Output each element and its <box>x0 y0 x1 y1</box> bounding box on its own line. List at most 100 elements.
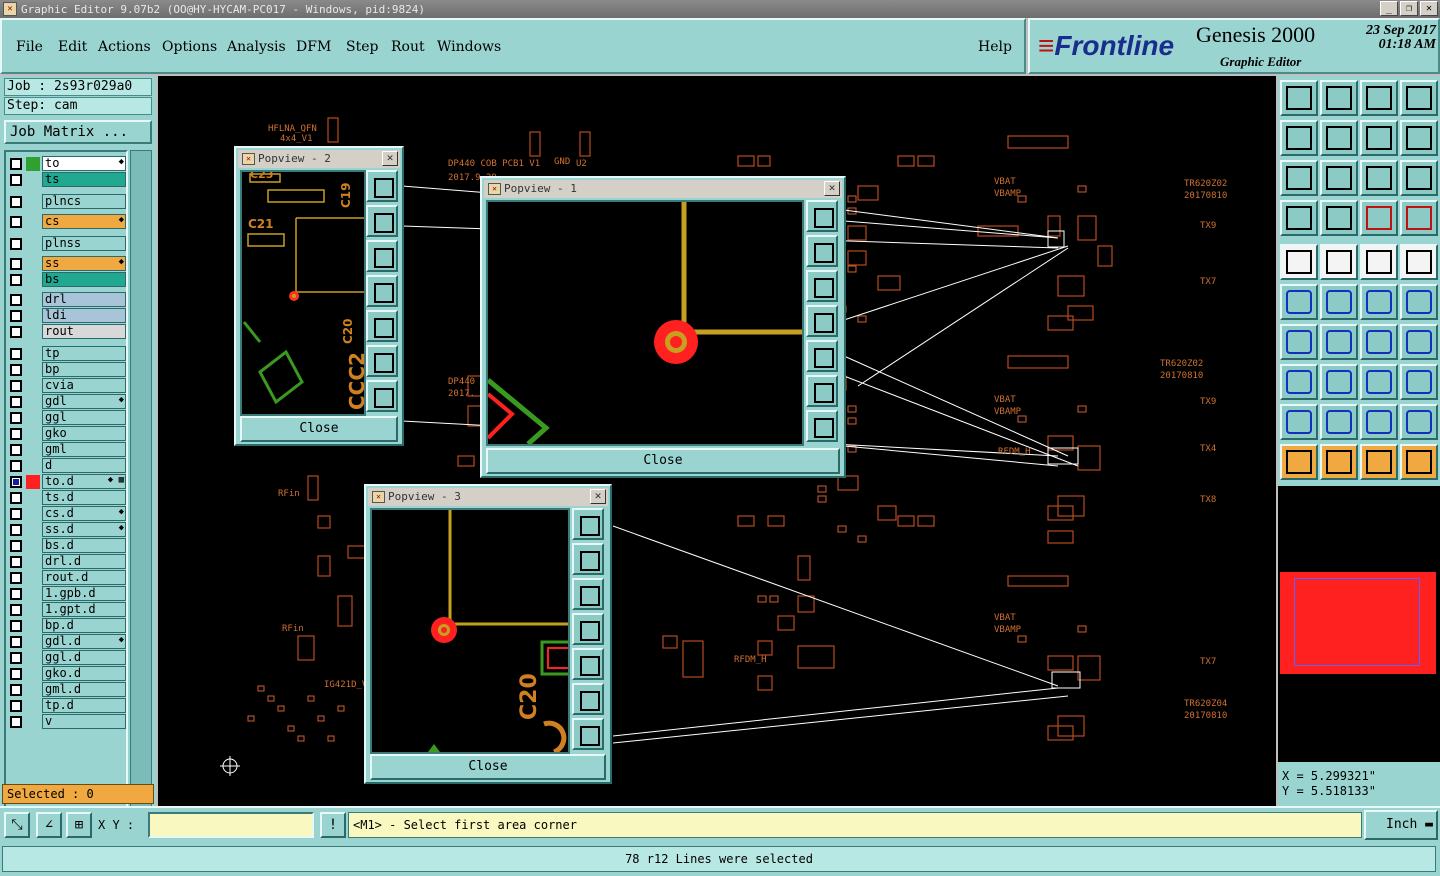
graphic-canvas[interactable]: HFLNA_QFN 4x4_V1 DP440 COB PCB1 V1 2017.… <box>158 76 1276 806</box>
layer-row-ggl[interactable]: ggl <box>8 410 126 425</box>
layer-checkbox[interactable] <box>10 216 22 228</box>
layer-checkbox[interactable] <box>10 326 22 338</box>
zoom-area-button[interactable]: ⤡ <box>4 812 30 838</box>
layer-row-rout-d[interactable]: rout.d <box>8 570 126 585</box>
layer-checkbox[interactable] <box>10 476 22 488</box>
menu-dfm[interactable]: DFM <box>296 39 331 55</box>
select-object-button[interactable] <box>1280 244 1318 280</box>
triangle-button[interactable] <box>1280 404 1318 440</box>
layer-checkbox[interactable] <box>10 604 22 616</box>
layer-row-d[interactable]: d <box>8 458 126 473</box>
layer-row-ss[interactable]: ss ◆ <box>8 256 126 271</box>
measure-button[interactable]: ∠ <box>36 812 62 838</box>
arc-button[interactable] <box>1360 324 1398 360</box>
popview-pan-up-button[interactable] <box>366 205 398 237</box>
layer-row-1-gpb-d[interactable]: 1.gpb.d <box>8 586 126 601</box>
layer-row-tp[interactable]: tp <box>8 346 126 361</box>
popview-pan-left-button[interactable] <box>366 275 398 307</box>
layer-row-1-gpt-d[interactable]: 1.gpt.d <box>8 602 126 617</box>
popview-pan-down-button[interactable] <box>366 240 398 272</box>
layer-row-bp[interactable]: bp <box>8 362 126 377</box>
overview-minimap[interactable] <box>1278 486 1440 762</box>
zoom-center-button[interactable] <box>1320 160 1358 196</box>
popview-1-view[interactable] <box>486 200 804 446</box>
layer-row-to[interactable]: to ◆ <box>8 156 126 171</box>
zoom-window-button[interactable] <box>1320 80 1358 116</box>
popview-zoom-in-button[interactable] <box>366 345 398 377</box>
layer-checkbox[interactable] <box>10 348 22 360</box>
layer-row-ss-d[interactable]: ss.d ◆ <box>8 522 126 537</box>
layer-checkbox[interactable] <box>10 460 22 472</box>
layer-row-ldi[interactable]: ldi <box>8 308 126 323</box>
popview-zoom-in-button[interactable] <box>806 375 838 407</box>
layer-checkbox[interactable] <box>10 412 22 424</box>
layer-row-gko-d[interactable]: gko.d <box>8 666 126 681</box>
layer-checkbox[interactable] <box>10 396 22 408</box>
zoom-house-button[interactable] <box>1360 80 1398 116</box>
connect-pads-button[interactable] <box>1280 284 1318 320</box>
popview-zoom-fit-button[interactable] <box>366 170 398 202</box>
pointer-select-button[interactable] <box>1360 444 1398 480</box>
menu-rout[interactable]: Rout <box>391 39 425 55</box>
menu-file[interactable]: File <box>16 39 43 55</box>
pointer-box-button[interactable] <box>1320 444 1358 480</box>
menu-windows[interactable]: Windows <box>437 39 501 55</box>
layer-checkbox[interactable] <box>10 196 22 208</box>
layers-config-button[interactable] <box>1400 200 1438 236</box>
add-pad-button[interactable] <box>1360 284 1398 320</box>
layer-checkbox[interactable] <box>10 524 22 536</box>
help-query-button[interactable] <box>1400 160 1438 196</box>
delete-button[interactable] <box>1320 284 1358 320</box>
layer-checkbox[interactable] <box>10 620 22 632</box>
layer-row-plnss[interactable]: plnss <box>8 236 126 251</box>
popview-pan-right-button[interactable] <box>806 340 838 372</box>
pan-left-button[interactable] <box>1280 120 1318 156</box>
layer-checkbox[interactable] <box>10 716 22 728</box>
layer-checkbox[interactable] <box>10 258 22 270</box>
popview-zoom-fit-button[interactable] <box>572 508 604 540</box>
popview-pan-left-button[interactable] <box>806 305 838 337</box>
menu-edit[interactable]: Edit <box>58 39 87 55</box>
maximize-button[interactable]: ❐ <box>1400 1 1418 16</box>
popview-zoom-fit-button[interactable] <box>806 200 838 232</box>
ruler-button[interactable] <box>1360 244 1398 280</box>
layer-row-gko[interactable]: gko <box>8 426 126 441</box>
layer-row-bp-d[interactable]: bp.d <box>8 618 126 633</box>
dashed-select-button[interactable] <box>1400 244 1438 280</box>
angle-button[interactable] <box>1280 324 1318 360</box>
a-arc-button[interactable] <box>1400 404 1438 440</box>
layer-row-drl[interactable]: drl <box>8 292 126 307</box>
popview-pan-up-button[interactable] <box>572 543 604 575</box>
group-button[interactable] <box>1400 364 1438 400</box>
job-matrix-button[interactable]: Job Matrix ... <box>4 120 152 144</box>
break-button[interactable] <box>1320 364 1358 400</box>
minimize-button[interactable]: _ <box>1380 1 1398 16</box>
pan-right-button[interactable] <box>1320 120 1358 156</box>
layer-row-bs[interactable]: bs <box>8 272 126 287</box>
zoom-back-button[interactable] <box>1360 120 1398 156</box>
pointer-button[interactable] <box>1280 444 1318 480</box>
flip-button[interactable] <box>1400 324 1438 360</box>
layer-row-cs-d[interactable]: cs.d ◆ <box>8 506 126 521</box>
zoom-home-button[interactable] <box>1280 80 1318 116</box>
menu-actions[interactable]: Actions <box>98 39 151 55</box>
layer-row-drl-d[interactable]: drl.d <box>8 554 126 569</box>
layer-scrollbar[interactable] <box>130 150 152 816</box>
menu-analysis[interactable]: Analysis <box>227 39 286 55</box>
info-button[interactable]: ! <box>320 812 346 838</box>
layer-row-ggl-d[interactable]: ggl.d <box>8 650 126 665</box>
layer-checkbox[interactable] <box>10 274 22 286</box>
popview-zoom-out-button[interactable] <box>806 410 838 442</box>
layer-checkbox[interactable] <box>10 652 22 664</box>
layer-checkbox[interactable] <box>10 238 22 250</box>
popview-2-close-button[interactable]: Close <box>240 416 398 442</box>
popview-pan-left-button[interactable] <box>572 613 604 645</box>
layer-checkbox[interactable] <box>10 668 22 680</box>
snap-settings-button[interactable] <box>1280 200 1318 236</box>
layer-checkbox[interactable] <box>10 588 22 600</box>
layer-checkbox[interactable] <box>10 540 22 552</box>
layer-row-plncs[interactable]: plncs <box>8 194 126 209</box>
layers-toggle-button[interactable] <box>1360 200 1398 236</box>
popview-1-close-button[interactable]: Close <box>486 448 840 474</box>
layer-row-v[interactable]: v <box>8 714 126 729</box>
